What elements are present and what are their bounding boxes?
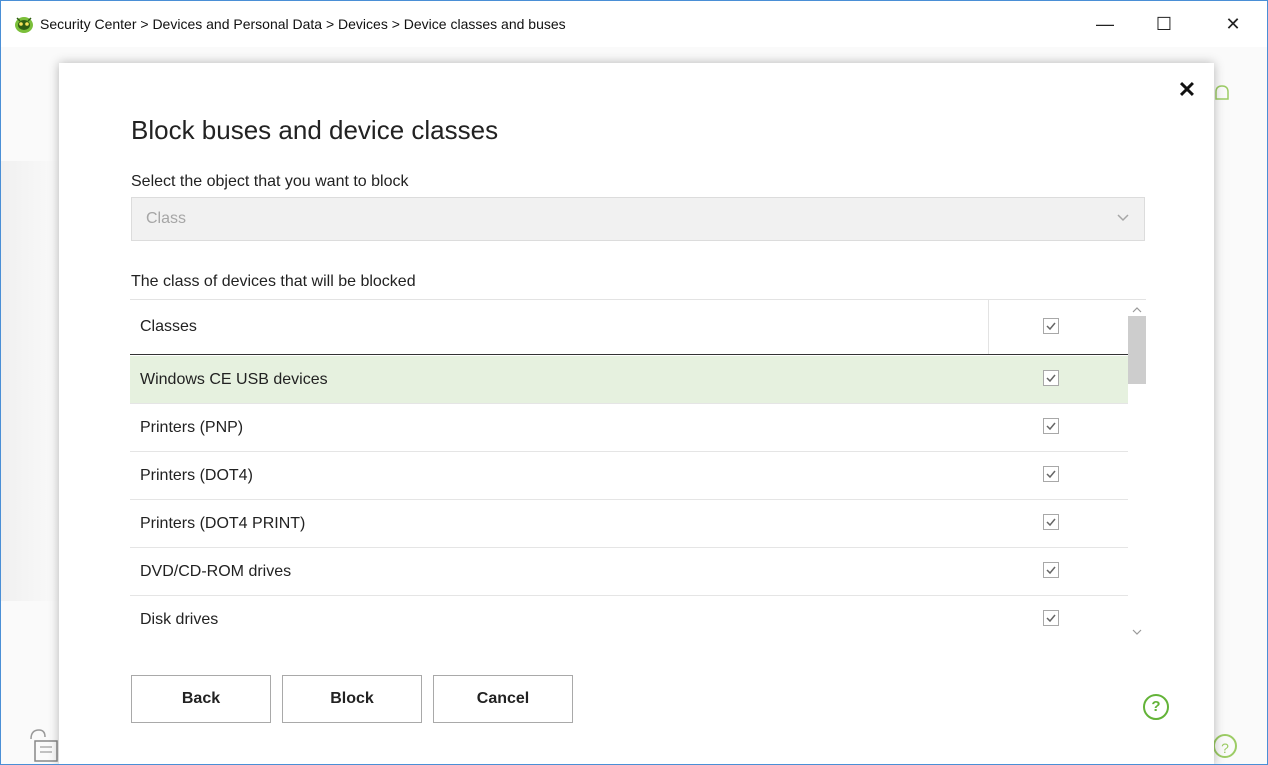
- minimize-button[interactable]: —: [1082, 1, 1128, 47]
- row-checkbox[interactable]: [1043, 514, 1063, 534]
- object-select-label: Select the object that you want to block: [131, 173, 409, 190]
- select-all-checkbox[interactable]: [1043, 318, 1063, 338]
- object-select[interactable]: Class: [131, 197, 1145, 241]
- checkmark-icon: [1043, 418, 1059, 434]
- column-divider: [988, 300, 989, 354]
- background-decoration: [1, 161, 61, 601]
- table-header: Classes: [130, 300, 1128, 355]
- row-label: DVD/CD-ROM drives: [140, 562, 292, 580]
- cancel-button[interactable]: Cancel: [433, 675, 573, 723]
- checkmark-icon: [1043, 370, 1059, 386]
- block-dialog: ✕ Block buses and device classes Select …: [59, 63, 1214, 764]
- background-help-icon: ?: [1213, 734, 1237, 758]
- checkmark-icon: [1043, 466, 1059, 482]
- title-bar: Security Center > Devices and Personal D…: [1, 1, 1267, 47]
- row-label: Windows CE USB devices: [140, 370, 328, 388]
- classes-table-label: The class of devices that will be blocke…: [131, 273, 416, 290]
- close-window-button[interactable]: ✕: [1210, 1, 1256, 47]
- checkmark-icon: [1043, 562, 1059, 578]
- classes-table: Classes Windows CE USB devices Printers …: [130, 299, 1146, 638]
- help-icon[interactable]: ?: [1143, 694, 1169, 720]
- row-label: Disk drives: [140, 610, 219, 628]
- chevron-down-icon: [1116, 210, 1130, 224]
- dialog-title: Block buses and device classes: [131, 115, 499, 145]
- row-checkbox[interactable]: [1043, 610, 1063, 630]
- maximize-button[interactable]: ☐: [1141, 1, 1187, 47]
- table-row[interactable]: Printers (DOT4): [130, 452, 1128, 500]
- app-logo-icon: [14, 14, 34, 34]
- block-button[interactable]: Block: [282, 675, 422, 723]
- object-select-value: Class: [146, 210, 187, 227]
- scroll-up-icon[interactable]: [1131, 302, 1143, 313]
- dialog-close-button[interactable]: ✕: [1176, 79, 1198, 101]
- row-checkbox[interactable]: [1043, 466, 1063, 486]
- table-scrollbar[interactable]: [1128, 300, 1146, 638]
- bell-icon: [1213, 83, 1231, 105]
- table-row[interactable]: Windows CE USB devices: [130, 356, 1128, 404]
- table-row[interactable]: DVD/CD-ROM drives: [130, 548, 1128, 596]
- row-label: Printers (DOT4): [140, 466, 253, 484]
- scroll-down-icon[interactable]: [1131, 624, 1143, 635]
- window-title: Security Center > Devices and Personal D…: [40, 16, 566, 32]
- lock-icon: [27, 727, 63, 764]
- checkmark-icon: [1043, 318, 1059, 334]
- checkmark-icon: [1043, 610, 1059, 626]
- app-window: Security Center > Devices and Personal D…: [0, 0, 1268, 765]
- back-button[interactable]: Back: [131, 675, 271, 723]
- row-label: Printers (PNP): [140, 418, 244, 436]
- table-row[interactable]: Disk drives: [130, 596, 1128, 638]
- scroll-thumb[interactable]: [1128, 316, 1146, 384]
- row-checkbox[interactable]: [1043, 370, 1063, 390]
- classes-column-header: Classes: [140, 318, 197, 335]
- row-checkbox[interactable]: [1043, 418, 1063, 438]
- table-row[interactable]: Printers (DOT4 PRINT): [130, 500, 1128, 548]
- row-checkbox[interactable]: [1043, 562, 1063, 582]
- checkmark-icon: [1043, 514, 1059, 530]
- row-label: Printers (DOT4 PRINT): [140, 514, 306, 532]
- table-row[interactable]: Printers (PNP): [130, 404, 1128, 452]
- table-body: Windows CE USB devices Printers (PNP) Pr…: [130, 356, 1128, 638]
